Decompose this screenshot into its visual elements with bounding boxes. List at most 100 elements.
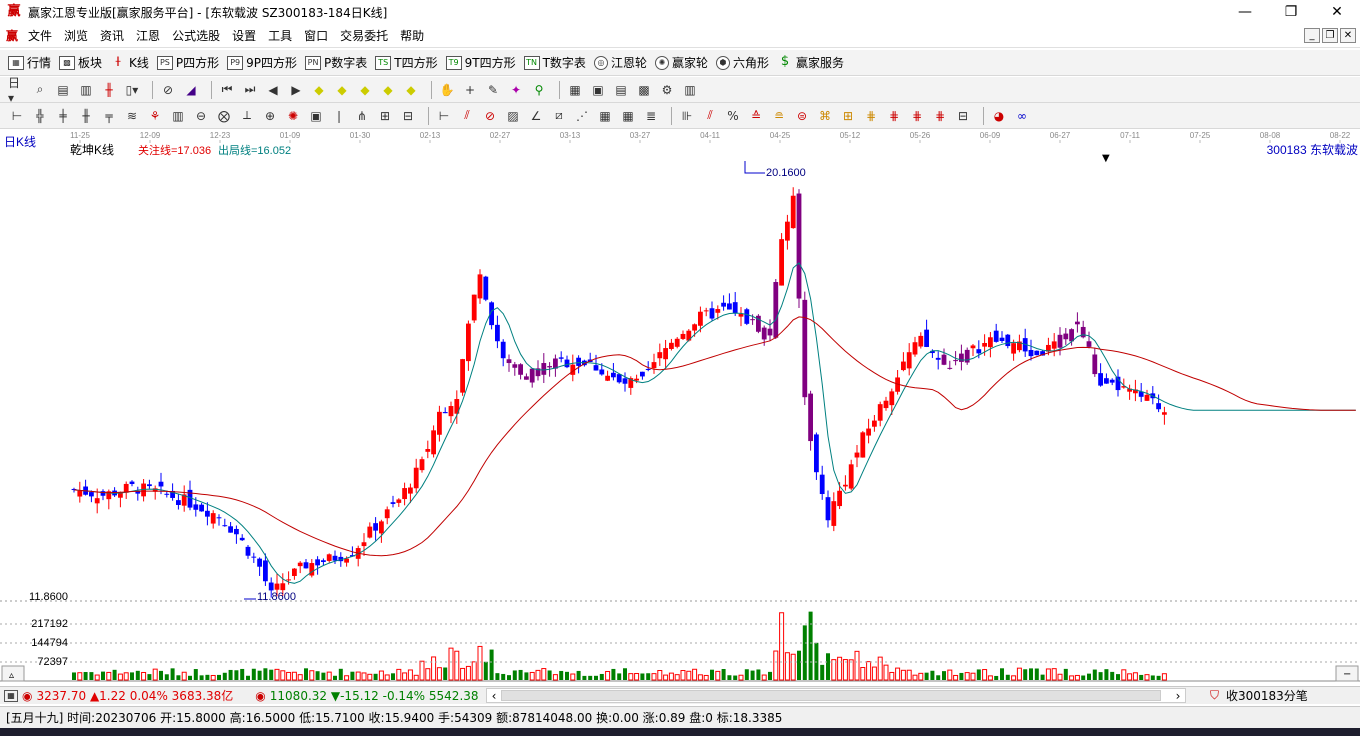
- toolbar-p-square-button[interactable]: PS P四方形: [156, 54, 219, 71]
- toolbar-p-table-button[interactable]: PN P数字表: [305, 54, 367, 71]
- toolbar-kline-button[interactable]: ╫ K线: [110, 54, 149, 71]
- draw-tool-20-icon[interactable]: ⫽: [458, 107, 476, 125]
- draw-tool-40-icon[interactable]: ⊟: [954, 107, 972, 125]
- candle-small-icon[interactable]: ╫: [100, 81, 118, 99]
- menu-gann[interactable]: 江恩: [130, 27, 166, 44]
- draw-tool-26-icon[interactable]: ▦: [596, 107, 614, 125]
- draw-tool-9-icon[interactable]: ⊖: [192, 107, 210, 125]
- draw-tool-15-icon[interactable]: ❘: [330, 107, 348, 125]
- zoom-icon[interactable]: ⌕: [31, 81, 49, 99]
- crosshair-icon[interactable]: +: [461, 81, 479, 99]
- pencil-icon[interactable]: ✎: [484, 81, 502, 99]
- print-icon[interactable]: ▥: [681, 81, 699, 99]
- percent-icon[interactable]: %: [724, 107, 742, 125]
- draw-tool-34-icon[interactable]: ⌘: [816, 107, 834, 125]
- last-icon[interactable]: ⏭: [241, 81, 259, 99]
- toolbar-quote-button[interactable]: ▦ 行情: [8, 54, 51, 71]
- scroll-right-icon[interactable]: ›: [1171, 689, 1185, 703]
- calc-icon[interactable]: ▦: [4, 689, 18, 702]
- minimize-icon[interactable]: —: [1222, 0, 1268, 24]
- menu-formula[interactable]: 公式选股: [166, 27, 226, 44]
- toolbar-hexagon-button[interactable]: ⬢ 六角形: [715, 54, 769, 71]
- draw-tool-11-icon[interactable]: ⟂: [238, 107, 256, 125]
- draw-tool-3-icon[interactable]: ╪: [54, 107, 72, 125]
- colorwheel-icon[interactable]: ◕: [990, 107, 1008, 125]
- sh-index-icon[interactable]: ◉: [22, 689, 32, 703]
- bars-icon[interactable]: ▥: [77, 81, 95, 99]
- menu-trade[interactable]: 交易委托: [334, 27, 394, 44]
- draw-tool-18-icon[interactable]: ⊟: [399, 107, 417, 125]
- draw-tool-25-icon[interactable]: ⋰: [573, 107, 591, 125]
- document-icon[interactable]: ▤: [54, 81, 72, 99]
- draw-tool-23-icon[interactable]: ∠: [527, 107, 545, 125]
- close-icon[interactable]: ✕: [1314, 0, 1360, 24]
- mdi-minimize-icon[interactable]: _: [1304, 28, 1320, 43]
- menu-news[interactable]: 资讯: [94, 27, 130, 44]
- menu-tools[interactable]: 工具: [262, 27, 298, 44]
- draw-tool-17-icon[interactable]: ⊞: [376, 107, 394, 125]
- toolbar-sector-button[interactable]: ▩ 板块: [59, 54, 102, 71]
- toolbar-t-table-button[interactable]: TN T数字表: [523, 54, 586, 71]
- draw-tool-6-icon[interactable]: ≋: [123, 107, 141, 125]
- draw-tool-24-icon[interactable]: ⧄: [550, 107, 568, 125]
- prev-icon[interactable]: ◀: [264, 81, 282, 99]
- draw-tool-22-icon[interactable]: ▨: [504, 107, 522, 125]
- diamond-left-icon[interactable]: ◆: [356, 81, 374, 99]
- draw-tool-4-icon[interactable]: ╫: [77, 107, 95, 125]
- toolbar-9p-square-button[interactable]: P9 9P四方形: [227, 54, 297, 71]
- draw-tool-32-icon[interactable]: ≘: [770, 107, 788, 125]
- toolbar-t-square-button[interactable]: TS T四方形: [375, 54, 438, 71]
- candle-type-icon[interactable]: ▯▾: [123, 81, 141, 99]
- draw-tool-37-icon[interactable]: ⋕: [885, 107, 903, 125]
- draw-tool-27-icon[interactable]: ▦: [619, 107, 637, 125]
- draw-tool-10-icon[interactable]: ⨂: [215, 107, 233, 125]
- calculator-icon[interactable]: ▣: [589, 81, 607, 99]
- diamond-right-icon[interactable]: ◆: [379, 81, 397, 99]
- settings-icon[interactable]: ⚙: [658, 81, 676, 99]
- draw-tool-2-icon[interactable]: ╬: [31, 107, 49, 125]
- draw-tool-8-icon[interactable]: ▥: [169, 107, 187, 125]
- draw-tool-36-icon[interactable]: ⋕: [862, 107, 880, 125]
- diamond-up-icon[interactable]: ◆: [310, 81, 328, 99]
- draw-tool-16-icon[interactable]: ⋔: [353, 107, 371, 125]
- arrow-chart-icon[interactable]: ◢: [182, 81, 200, 99]
- toolbar-service-button[interactable]: $ 赢家服务: [777, 54, 844, 71]
- cancel-icon[interactable]: ⊘: [159, 81, 177, 99]
- infinity-icon[interactable]: ∞: [1013, 107, 1031, 125]
- kline-chart-area[interactable]: 日K线 乾坤K线 关注线=17.036 出局线=16.052 300183 东软…: [0, 129, 1360, 685]
- menu-browse[interactable]: 浏览: [58, 27, 94, 44]
- diamond-down-icon[interactable]: ◆: [333, 81, 351, 99]
- scroll-left-icon[interactable]: ‹: [487, 689, 501, 703]
- draw-tool-12-icon[interactable]: ⊕: [261, 107, 279, 125]
- draw-tool-19-icon[interactable]: ⊢: [435, 107, 453, 125]
- kline-chart-svg[interactable]: 日K线 乾坤K线 关注线=17.036 出局线=16.052 300183 东软…: [0, 129, 1360, 685]
- draw-tool-29-icon[interactable]: ⊪: [678, 107, 696, 125]
- draw-tool-35-icon[interactable]: ⊞: [839, 107, 857, 125]
- mdi-restore-icon[interactable]: ❐: [1322, 28, 1338, 43]
- save-icon[interactable]: ▩: [635, 81, 653, 99]
- calendar-icon[interactable]: ▦: [566, 81, 584, 99]
- hand-icon[interactable]: ✋: [438, 81, 456, 99]
- link-icon[interactable]: ⚲: [530, 81, 548, 99]
- toolbar-gann-wheel-button[interactable]: ◎ 江恩轮: [593, 54, 647, 71]
- first-icon[interactable]: ⏮: [218, 81, 236, 99]
- toolbar-winner-wheel-button[interactable]: ✺ 赢家轮: [654, 54, 708, 71]
- notes-icon[interactable]: ▤: [612, 81, 630, 99]
- diamond-center-icon[interactable]: ◆: [402, 81, 420, 99]
- draw-tool-31-icon[interactable]: ≙: [747, 107, 765, 125]
- draw-tool-39-icon[interactable]: ⋕: [931, 107, 949, 125]
- restore-icon[interactable]: ❐: [1268, 0, 1314, 24]
- period-select-icon[interactable]: 日▾: [8, 76, 26, 105]
- mdi-close-icon[interactable]: ✕: [1340, 28, 1356, 43]
- menu-settings[interactable]: 设置: [226, 27, 262, 44]
- next-icon[interactable]: ▶: [287, 81, 305, 99]
- draw-tool-7-icon[interactable]: ⚘: [146, 107, 164, 125]
- menu-window[interactable]: 窗口: [298, 27, 334, 44]
- menu-help[interactable]: 帮助: [394, 27, 430, 44]
- horizontal-scrollbar[interactable]: ‹ ›: [486, 688, 1186, 703]
- draw-tool-13-icon[interactable]: ✺: [284, 107, 302, 125]
- menu-file[interactable]: 文件: [22, 27, 58, 44]
- collect-label[interactable]: 收300183分笔: [1226, 687, 1308, 704]
- collect-icon[interactable]: ⛉: [1210, 688, 1219, 703]
- draw-tool-21-icon[interactable]: ⊘: [481, 107, 499, 125]
